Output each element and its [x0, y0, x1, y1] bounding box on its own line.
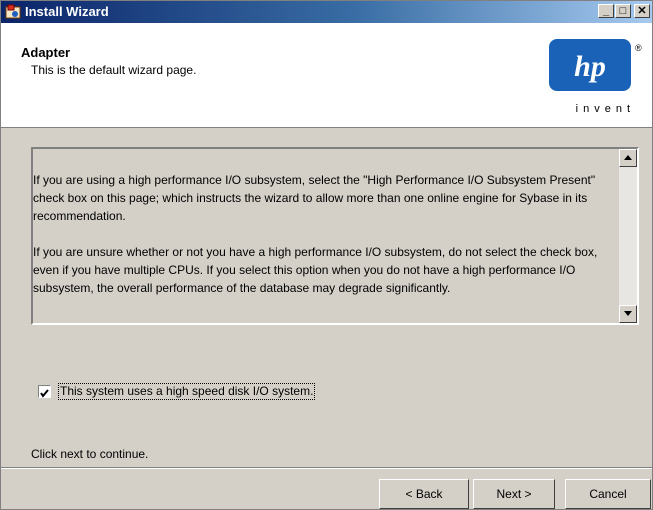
vertical-scrollbar[interactable] [619, 149, 637, 323]
back-button[interactable]: < Back [379, 479, 469, 509]
svg-text:hp: hp [574, 50, 606, 83]
install-wizard-window: Install Wizard _ □ ✕ Adapter This is the… [0, 0, 653, 510]
scroll-up-button[interactable] [619, 149, 637, 167]
page-subtitle: This is the default wizard page. [31, 63, 197, 77]
footer-divider [1, 467, 652, 469]
hp-logo-icon: hp [549, 39, 631, 91]
installer-app-icon [5, 4, 21, 20]
info-text: If you are using a high performance I/O … [33, 171, 617, 315]
info-textbox[interactable]: If you are using a high performance I/O … [31, 147, 639, 325]
arrow-down-icon [624, 311, 632, 316]
window-title: Install Wizard [25, 4, 109, 19]
page-title: Adapter [21, 45, 71, 60]
continue-hint: Click next to continue. [31, 447, 149, 461]
arrow-up-icon [624, 155, 632, 160]
registered-mark: ® [635, 43, 642, 53]
info-paragraph: If you are unsure whether or not you hav… [33, 245, 598, 295]
high-speed-io-checkbox[interactable] [38, 385, 51, 398]
info-paragraph: If you are using a high performance I/O … [33, 173, 596, 223]
minimize-button[interactable]: _ [598, 4, 614, 18]
title-bar[interactable]: Install Wizard _ □ ✕ [1, 1, 652, 23]
hp-logo-tagline: invent [575, 103, 635, 115]
scroll-down-button[interactable] [619, 305, 637, 323]
high-speed-io-label[interactable]: This system uses a high speed disk I/O s… [58, 383, 316, 400]
maximize-button[interactable]: □ [615, 4, 631, 18]
cancel-button[interactable]: Cancel [565, 479, 651, 509]
wizard-header: Adapter This is the default wizard page.… [1, 23, 652, 128]
hp-logo: hp ® invent [549, 39, 642, 119]
next-button[interactable]: Next > [473, 479, 555, 509]
close-button[interactable]: ✕ [634, 4, 650, 18]
check-mark-icon [40, 389, 49, 398]
